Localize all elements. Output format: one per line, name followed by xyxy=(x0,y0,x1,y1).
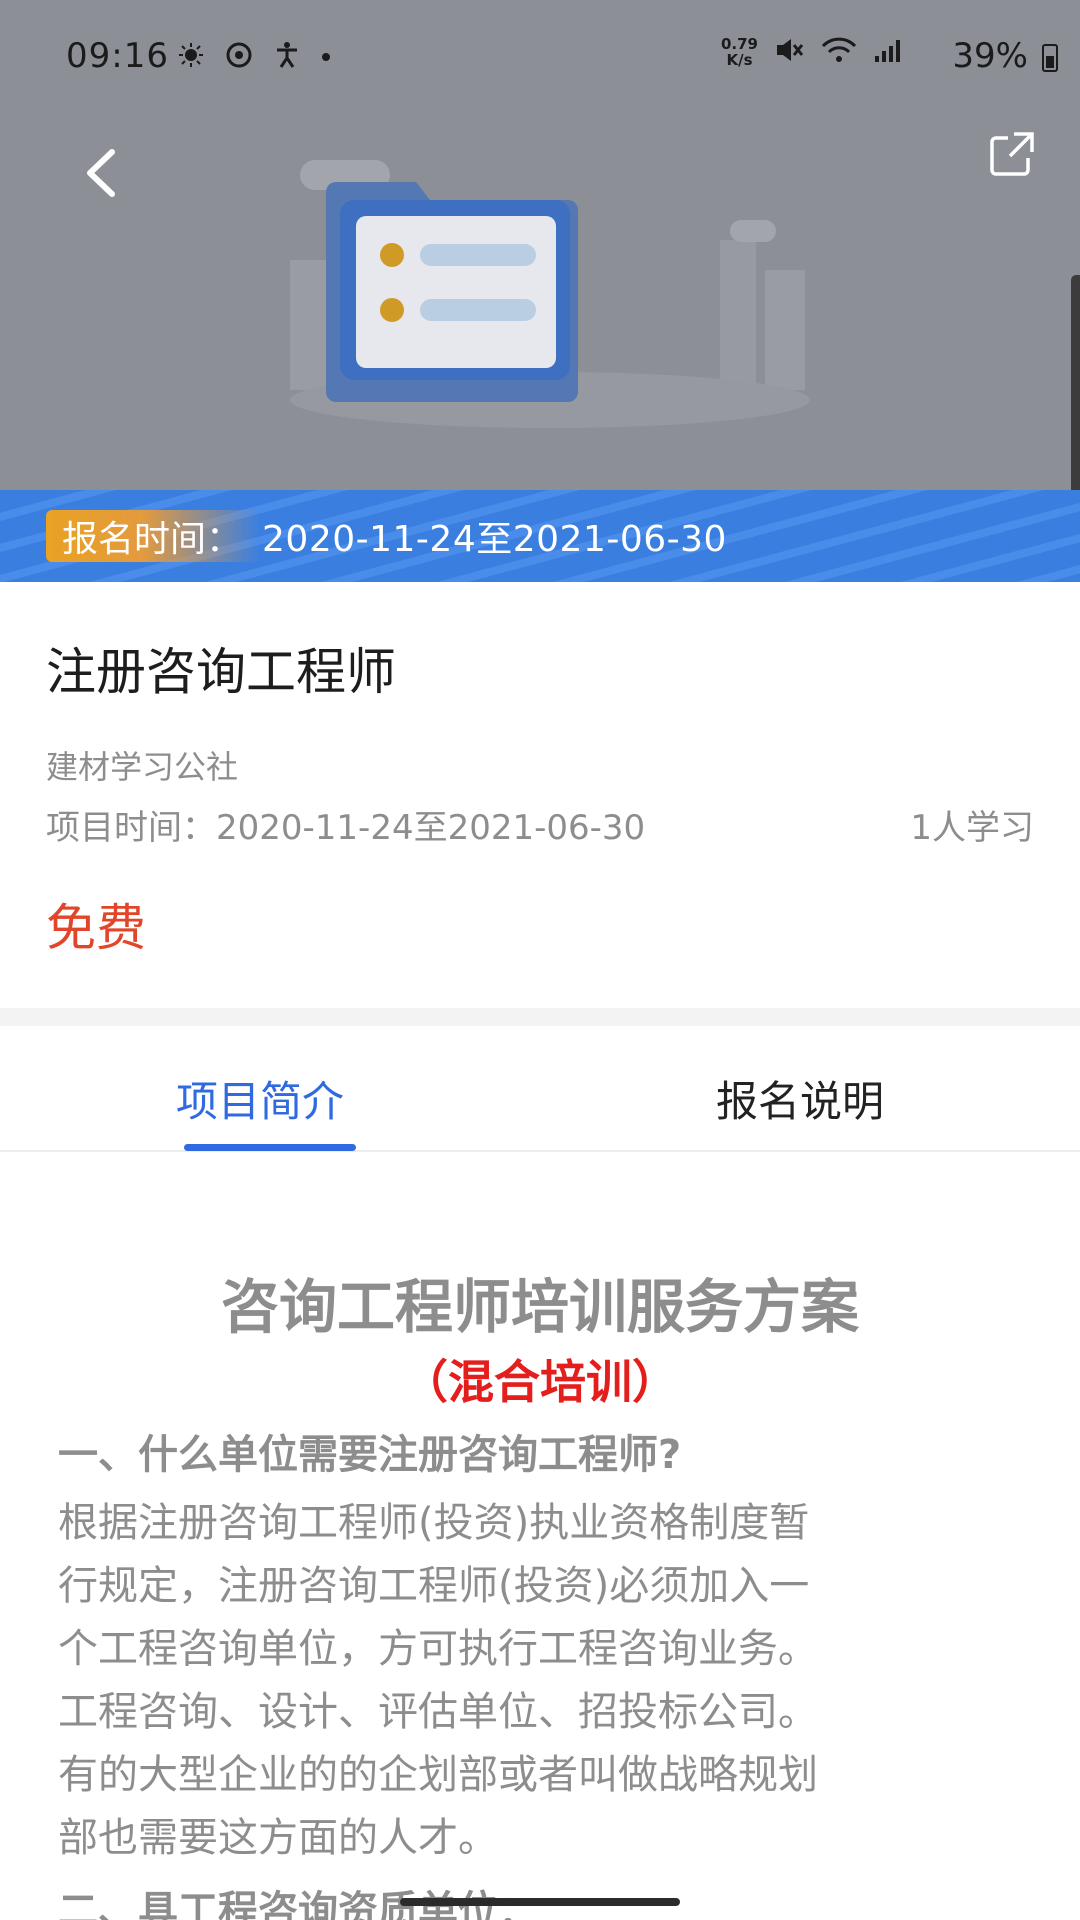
status-time: 09:16 xyxy=(66,36,169,76)
paragraph-line: 根据注册咨询工程师(投资)执业资格制度暂 xyxy=(58,1500,810,1546)
hero-banner: 09:16 0.79 K/s 39% 报名时间： 2020-11-24至2021… xyxy=(0,0,1080,582)
status-bar: 09:16 0.79 K/s 39% xyxy=(0,0,1080,115)
paragraph-line: 个工程咨询单位，方可执行工程咨询业务。 xyxy=(58,1626,818,1672)
project-title: 注册咨询工程师 xyxy=(46,643,396,701)
notification-dot-icon xyxy=(320,48,332,67)
document-title: 咨询工程师培训服务方案 xyxy=(220,1273,859,1341)
learner-count: 1人学习 xyxy=(910,808,1034,848)
price-label: 免费 xyxy=(46,899,146,957)
paragraph-line: 部也需要这方面的人才。 xyxy=(58,1815,498,1861)
chevron-left-icon xyxy=(82,148,118,202)
project-time-range: 2020-11-24至2021-06-30 xyxy=(216,808,646,848)
active-tab-indicator xyxy=(184,1144,356,1151)
back-button[interactable] xyxy=(70,145,130,205)
registration-range: 2020-11-24至2021-06-30 xyxy=(262,519,727,560)
share-button[interactable] xyxy=(988,130,1044,186)
section-1-paragraph: 根据注册咨询工程师(投资)执业资格制度暂 行规定，注册咨询工程师(投资)必须加入… xyxy=(58,1492,1018,1870)
project-time: 项目时间：2020-11-24至2021-06-30 xyxy=(46,800,645,849)
signal-icon xyxy=(874,37,904,67)
organization-name: 建材学习公社 xyxy=(46,748,239,786)
sync-icon xyxy=(224,40,254,74)
tab-bar: 项目简介 报名说明 xyxy=(0,1026,1080,1152)
document-subtitle: （混合培训） xyxy=(402,1355,678,1409)
brightness-icon xyxy=(178,42,204,72)
registration-label: 报名时间： xyxy=(46,510,261,562)
project-time-label: 项目时间： xyxy=(46,808,216,848)
share-external-icon xyxy=(988,132,1036,182)
project-info: 注册咨询工程师 建材学习公社 项目时间：2020-11-24至2021-06-3… xyxy=(0,582,1080,1008)
paragraph-line: 行规定，注册咨询工程师(投资)必须加入一 xyxy=(58,1563,810,1609)
intro-content: 咨询工程师培训服务方案 （混合培训） 一、什么单位需要注册咨询工程师? 根据注册… xyxy=(0,1152,1080,1920)
wifi-icon xyxy=(820,36,858,68)
accessibility-icon xyxy=(274,41,300,73)
mute-icon xyxy=(774,36,804,68)
section-heading-1: 一、什么单位需要注册咨询工程师? xyxy=(58,1432,682,1478)
folder-illustration xyxy=(290,160,810,428)
section-divider xyxy=(0,1008,1080,1026)
battery-icon xyxy=(1042,44,1058,72)
tab-registration-notes[interactable]: 报名说明 xyxy=(716,1068,884,1129)
home-indicator[interactable] xyxy=(400,1898,680,1906)
paragraph-line: 有的大型企业的的企划部或者叫做战略规划 xyxy=(58,1752,818,1798)
tab-project-intro[interactable]: 项目简介 xyxy=(176,1068,344,1129)
registration-banner: 报名时间： 2020-11-24至2021-06-30 xyxy=(0,490,1080,582)
scrollbar-thumb[interactable] xyxy=(1071,275,1080,511)
battery-percent: 39% xyxy=(952,36,1028,76)
network-speed: 0.79 K/s xyxy=(720,35,758,69)
paragraph-line: 工程咨询、设计、评估单位、招投标公司。 xyxy=(58,1689,818,1735)
